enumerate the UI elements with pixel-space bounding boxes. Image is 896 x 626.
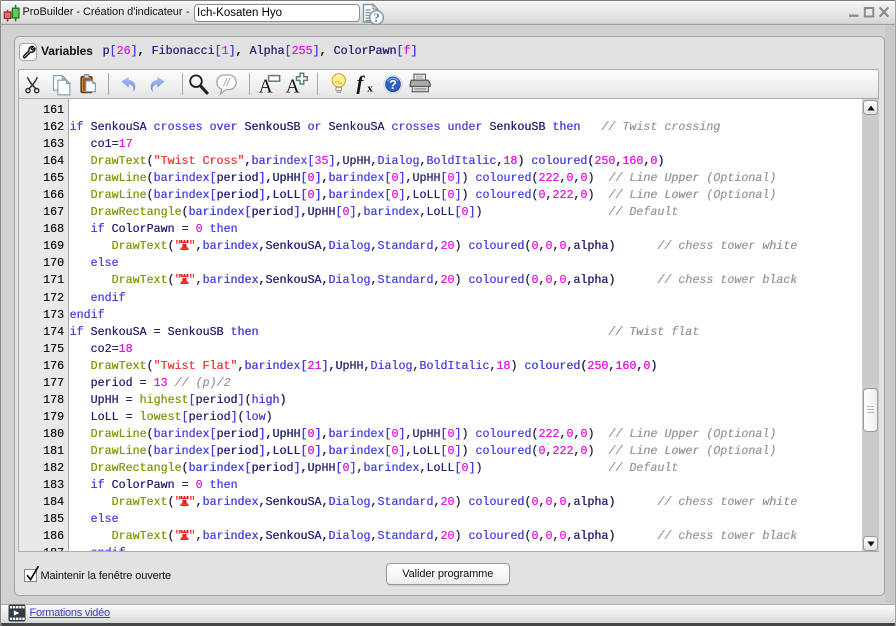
svg-text:x: x [367, 83, 373, 95]
svg-text:?: ? [373, 10, 380, 25]
svg-text:?: ? [389, 78, 397, 92]
svg-text://: // [222, 77, 230, 89]
svg-text:f: f [357, 73, 366, 95]
